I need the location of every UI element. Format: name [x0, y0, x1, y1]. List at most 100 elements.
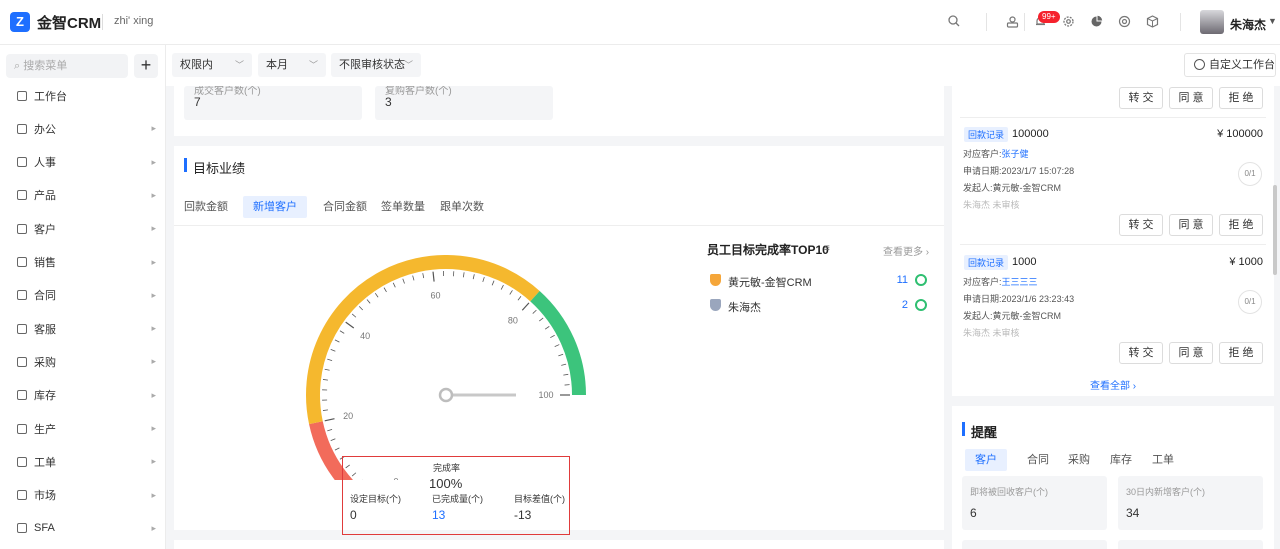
custom-workspace-button[interactable]: 自定义工作台: [1184, 53, 1276, 77]
stat-card[interactable]: 复购客户数(个) 3: [375, 86, 553, 120]
gauge-tick: [322, 379, 328, 381]
menu-item-icon: [17, 290, 27, 301]
period-select[interactable]: 本月 ﹀: [258, 53, 326, 77]
medal-silver-icon: [710, 299, 721, 311]
approve-button[interactable]: 同 意: [1169, 214, 1213, 236]
app-logo-icon[interactable]: Z: [10, 12, 30, 32]
sidebar-item[interactable]: 工作台: [0, 79, 166, 112]
ranking-row[interactable]: 朱海杰 2: [710, 298, 930, 314]
sidebar-item[interactable]: 库存 ▸: [0, 379, 166, 412]
completion-rate-label: 完成率: [433, 463, 461, 473]
chevron-right-icon: ▸: [151, 256, 156, 267]
sidebar-item-label: 人事: [34, 157, 56, 170]
reminder-tab-2[interactable]: 采购: [1068, 449, 1090, 471]
reminder-card[interactable]: [962, 540, 1107, 549]
sidebar-item[interactable]: 采购 ▸: [0, 345, 166, 378]
sidebar-item-label: SFA: [34, 522, 55, 535]
chevron-right-icon: ▸: [151, 389, 156, 400]
stat-card[interactable]: 成交客户数(个) 7: [184, 86, 362, 120]
sidebar-item[interactable]: 市场 ▸: [0, 479, 166, 512]
menu-item-icon: [17, 90, 27, 101]
sidebar-item-label: 销售: [34, 257, 56, 269]
sidebar-item-label: 工作台: [34, 90, 67, 103]
app-title[interactable]: 金智CRM: [37, 12, 101, 33]
menu-search-input[interactable]: ⌕ 搜索菜单: [6, 54, 128, 78]
sidebar: ⌕ 搜索菜单 + 工作台 办公 ▸ 人事 ▸ 产品 ▸ 客户 ▸ 销售 ▸ 合同 ▸ 客服 ▸ 采购 ▸ 库存 ▸ 生…: [0, 45, 166, 549]
list-icon[interactable]: ≡: [824, 243, 830, 254]
reminder-tab-0[interactable]: 客户: [965, 449, 1007, 471]
transfer-button[interactable]: 转 交: [1119, 87, 1163, 109]
sidebar-item[interactable]: 办公 ▸: [0, 112, 166, 145]
tab-target-1[interactable]: 新增客户: [243, 196, 307, 218]
reminder-card-value: 34: [1126, 506, 1140, 520]
record-sender-line: 发起人:黄元敏-金智CRM: [963, 181, 1061, 194]
reject-button[interactable]: 拒 绝: [1219, 342, 1263, 364]
pie-chart-icon[interactable]: [1088, 13, 1104, 29]
sidebar-item[interactable]: 人事 ▸: [0, 146, 166, 179]
section-marker: [184, 158, 187, 172]
cube-icon[interactable]: [1144, 13, 1160, 29]
chevron-down-icon[interactable]: ▼: [1268, 16, 1277, 26]
record-amount-right: ¥ 100000: [1217, 128, 1263, 140]
sidebar-item[interactable]: 客服 ▸: [0, 312, 166, 345]
reject-button[interactable]: 拒 绝: [1219, 87, 1263, 109]
chevron-right-icon: ›: [925, 247, 930, 258]
reminder-tab-1[interactable]: 合同: [1027, 449, 1049, 471]
menu-item-icon: [17, 323, 27, 334]
gauge-tick-label: 20: [343, 411, 353, 421]
sidebar-item[interactable]: 产品 ▸: [0, 179, 166, 212]
user-avatar[interactable]: [1200, 10, 1224, 34]
record-sender-line: 发起人:黄元敏-金智CRM: [963, 309, 1061, 322]
sidebar-item[interactable]: 生产 ▸: [0, 412, 166, 445]
record-type-tag: 回款记录: [964, 127, 1009, 142]
transfer-button[interactable]: 转 交: [1119, 342, 1163, 364]
ranking-row[interactable]: 黄元敏-金智CRM 11: [710, 273, 930, 289]
search-icon[interactable]: [946, 13, 962, 29]
tenant-name: zhi' xing: [114, 15, 154, 27]
metric-value: -13: [514, 508, 532, 522]
settings-icon[interactable]: [1060, 13, 1076, 29]
sidebar-item[interactable]: SFA ▸: [0, 512, 166, 545]
tab-target-0[interactable]: 回款金额: [184, 196, 228, 218]
add-menu-button[interactable]: +: [134, 54, 158, 78]
reminder-tab-3[interactable]: 库存: [1110, 449, 1132, 471]
browser-icon[interactable]: [1116, 13, 1132, 29]
sidebar-item[interactable]: 销售 ▸: [0, 246, 166, 279]
chevron-right-icon: ▸: [151, 522, 156, 533]
divider: [960, 244, 1266, 245]
tab-target-3[interactable]: 签单数量: [381, 196, 425, 218]
approve-button[interactable]: 同 意: [1169, 342, 1213, 364]
scope-select[interactable]: 权限内 ﹀: [172, 53, 252, 77]
menu-item-icon: [17, 190, 27, 201]
reminder-card[interactable]: 30日内新增客户(个) 34: [1118, 476, 1263, 530]
see-more-link[interactable]: 查看更多 ›: [883, 243, 929, 258]
reminder-card[interactable]: [1118, 540, 1263, 549]
page-scrollbar[interactable]: [1273, 185, 1277, 275]
sidebar-item[interactable]: 工单 ▸: [0, 445, 166, 478]
tab-target-2[interactable]: 合同金额: [323, 196, 367, 218]
record-customer-link[interactable]: 张子健: [1002, 149, 1029, 159]
record-customer-label: 对应客户:: [963, 277, 1002, 287]
tab-target-4[interactable]: 跟单次数: [440, 196, 484, 218]
sidebar-item-label: 库存: [34, 390, 56, 403]
audit-status-select[interactable]: 不限审核状态 ﹀: [331, 53, 421, 77]
approve-button[interactable]: 同 意: [1169, 87, 1213, 109]
user-name[interactable]: 朱海杰: [1230, 16, 1266, 33]
sidebar-item[interactable]: 客户 ▸: [0, 212, 166, 245]
transfer-button[interactable]: 转 交: [1119, 214, 1163, 236]
chevron-right-icon: ▸: [151, 423, 156, 433]
audit-status-select-value: 不限审核状态: [339, 59, 405, 71]
chevron-right-icon: ▸: [151, 189, 156, 200]
reject-button[interactable]: 拒 绝: [1219, 214, 1263, 236]
contacts-icon[interactable]: [1004, 13, 1020, 29]
record-customer-link[interactable]: 王三三三: [1002, 277, 1038, 287]
gauge-tick: [351, 313, 357, 318]
sidebar-item[interactable]: 合同 ▸: [0, 279, 166, 312]
view-all-link[interactable]: 查看全部 ›: [1090, 377, 1136, 392]
gauge-tick: [334, 447, 340, 451]
reminder-tab-4[interactable]: 工单: [1152, 449, 1174, 471]
gauge-tick: [482, 276, 485, 282]
reminder-card[interactable]: 即将被回收客户(个) 6: [962, 476, 1107, 530]
menu-search-placeholder: 搜索菜单: [23, 60, 68, 72]
sidebar-item-label: 工单: [34, 456, 56, 469]
